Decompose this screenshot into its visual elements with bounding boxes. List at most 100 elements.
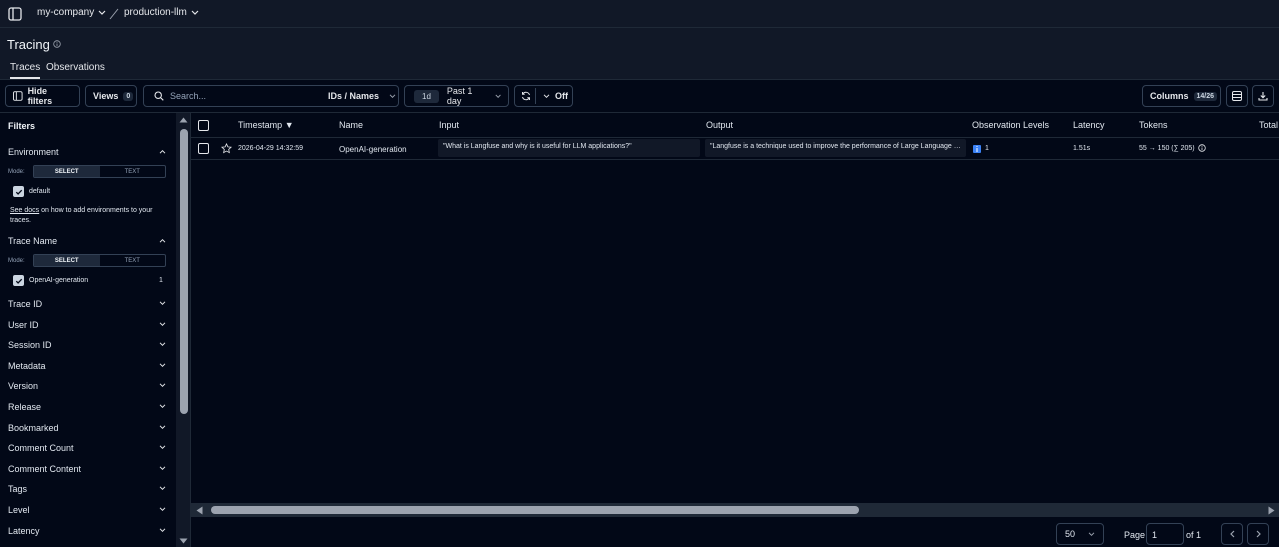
- check-icon: [15, 189, 22, 195]
- horizontal-scrollbar-thumb[interactable]: [211, 506, 859, 514]
- chevron-down-icon: [191, 10, 199, 15]
- chevron-down-icon[interactable]: [159, 466, 166, 471]
- filter-section-version[interactable]: Version: [8, 381, 168, 391]
- row-input: "What is Langfuse and why is it useful f…: [438, 139, 700, 157]
- time-range-badge: 1d: [414, 89, 439, 103]
- select-all-checkbox[interactable]: [198, 120, 209, 131]
- views-button[interactable]: Views 0: [85, 85, 137, 107]
- chevron-down-icon: [1088, 531, 1095, 536]
- filter-section-latency[interactable]: Latency: [8, 526, 168, 536]
- column-header-name[interactable]: Name: [339, 120, 363, 130]
- column-header-input[interactable]: Input: [439, 120, 459, 130]
- filter-section-label: Tags: [8, 484, 28, 494]
- filter-section-label: Session ID: [8, 340, 52, 350]
- filter-trace-name-header[interactable]: Trace Name: [8, 236, 168, 246]
- toolbar: Hide filters Views 0 IDs / Names 1d Past…: [0, 80, 1279, 113]
- filter-section-session-id[interactable]: Session ID: [8, 340, 168, 350]
- sidebar-toggle-icon[interactable]: [8, 7, 22, 21]
- chevron-down-icon[interactable]: [159, 425, 166, 430]
- chevron-down-icon: [98, 10, 106, 15]
- mode-text-option[interactable]: TEXT: [100, 166, 166, 177]
- filters-scrollbar-thumb[interactable]: [180, 129, 188, 414]
- chevron-down-icon[interactable]: [159, 342, 166, 347]
- download-icon: [1258, 92, 1268, 101]
- filter-section-bookmarked[interactable]: Bookmarked: [8, 423, 168, 433]
- chevron-down-icon[interactable]: [159, 322, 166, 327]
- chevron-down-icon: [543, 94, 550, 99]
- table-row[interactable]: 2026-04-29 14:32:59 OpenAI-generation "W…: [191, 138, 1279, 160]
- see-docs-link[interactable]: See docs: [10, 207, 39, 214]
- star-icon[interactable]: [221, 143, 232, 154]
- project-switcher[interactable]: production-llm: [124, 7, 199, 18]
- refresh-icon[interactable]: [521, 91, 531, 101]
- chevron-down-icon[interactable]: [159, 363, 166, 368]
- next-page-button[interactable]: [1247, 523, 1269, 545]
- row-checkbox[interactable]: [198, 143, 209, 154]
- chevron-down-icon[interactable]: [159, 383, 166, 388]
- top-bar: my-company production-llm: [0, 0, 1279, 28]
- chevron-down-icon[interactable]: [159, 445, 166, 450]
- filter-section-level[interactable]: Level: [8, 505, 168, 515]
- page-number-input[interactable]: 1: [1146, 523, 1184, 545]
- search-input[interactable]: [170, 91, 320, 101]
- columns-button[interactable]: Columns 14/26: [1142, 85, 1221, 107]
- filter-section-trace-id[interactable]: Trace ID: [8, 299, 168, 309]
- hide-filters-button[interactable]: Hide filters: [5, 85, 80, 107]
- environment-docs-note: See docs on how to add environments to y…: [10, 206, 170, 226]
- tab-traces[interactable]: Traces: [10, 62, 41, 79]
- chevron-down-icon[interactable]: [159, 507, 166, 512]
- time-range-select[interactable]: 1d Past 1 day: [404, 85, 509, 107]
- observation-level-badge: [973, 145, 981, 153]
- scroll-left-icon[interactable]: [196, 506, 203, 515]
- mode-text-option[interactable]: TEXT: [100, 255, 166, 266]
- scroll-right-icon[interactable]: [1268, 506, 1275, 515]
- tab-observations[interactable]: Observations: [46, 62, 105, 77]
- chevron-down-icon[interactable]: [159, 301, 166, 306]
- column-header-total[interactable]: Total: [1259, 120, 1278, 130]
- info-icon[interactable]: [53, 40, 61, 48]
- column-header-latency[interactable]: Latency: [1073, 120, 1105, 130]
- filter-section-user-id[interactable]: User ID: [8, 320, 168, 330]
- table-horizontal-scrollbar[interactable]: [191, 503, 1279, 517]
- row-output: "Langfuse is a technique used to improve…: [705, 139, 966, 157]
- column-header-tokens[interactable]: Tokens: [1139, 120, 1168, 130]
- chevron-up-icon[interactable]: [159, 149, 166, 154]
- trace-name-option-label: OpenAI-generation: [29, 277, 89, 284]
- search-scope-select[interactable]: IDs / Names: [328, 91, 396, 101]
- chevron-down-icon[interactable]: [159, 528, 166, 533]
- filter-section-label: Comment Count: [8, 443, 74, 453]
- org-switcher[interactable]: my-company: [37, 7, 106, 18]
- mode-select-option[interactable]: SELECT: [34, 166, 100, 177]
- filter-section-tags[interactable]: Tags: [8, 484, 168, 494]
- filters-scrollbar[interactable]: [176, 113, 191, 547]
- row-density-button[interactable]: [1226, 85, 1248, 107]
- chevron-down-icon[interactable]: [159, 486, 166, 491]
- row-timestamp: 2026-04-29 14:32:59: [238, 145, 303, 152]
- filter-section-release[interactable]: Release: [8, 402, 168, 412]
- chevron-up-icon[interactable]: [159, 238, 166, 243]
- page-size-select[interactable]: 50: [1056, 523, 1104, 545]
- table-header: Timestamp ▼ Name Input Output Observatio…: [191, 113, 1279, 138]
- rows-icon: [1232, 91, 1242, 101]
- column-header-timestamp[interactable]: Timestamp ▼: [238, 120, 294, 130]
- environment-default-checkbox[interactable]: [13, 186, 24, 197]
- chevron-down-icon[interactable]: [159, 404, 166, 409]
- filter-environment-header[interactable]: Environment: [8, 147, 168, 157]
- trace-name-option-count: 1: [159, 277, 163, 284]
- filter-section-comment-count[interactable]: Comment Count: [8, 443, 168, 453]
- scroll-up-icon[interactable]: [179, 116, 188, 123]
- traces-table: Timestamp ▼ Name Input Output Observatio…: [191, 113, 1279, 503]
- chevron-right-icon: [1256, 530, 1261, 538]
- previous-page-button[interactable]: [1221, 523, 1243, 545]
- filter-section-metadata[interactable]: Metadata: [8, 361, 168, 371]
- trace-name-option-checkbox[interactable]: [13, 275, 24, 286]
- search-scope-label: IDs / Names: [328, 91, 380, 101]
- info-icon[interactable]: [1198, 144, 1206, 152]
- refresh-control[interactable]: Off: [514, 85, 573, 107]
- column-header-output[interactable]: Output: [706, 120, 733, 130]
- column-header-observation-levels[interactable]: Observation Levels: [972, 120, 1049, 130]
- mode-select-option[interactable]: SELECT: [34, 255, 100, 266]
- scroll-down-icon[interactable]: [179, 538, 188, 545]
- download-button[interactable]: [1252, 85, 1274, 107]
- filter-section-comment-content[interactable]: Comment Content: [8, 464, 168, 474]
